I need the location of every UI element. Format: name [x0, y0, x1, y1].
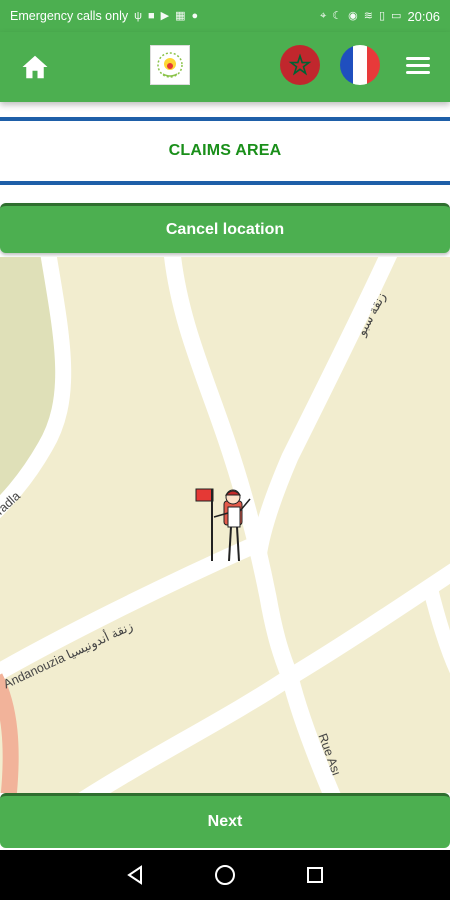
next-button[interactable]: Next	[0, 793, 450, 848]
road-andanouzia	[0, 539, 254, 682]
wifi-icon: ≋	[363, 9, 373, 22]
road-main	[164, 257, 298, 681]
road-primary-left	[0, 673, 19, 793]
calendar-icon: ▦	[175, 9, 186, 22]
status-left: Emergency calls only ψ ■ ▶ ▦ ●	[10, 9, 198, 23]
france-flag-button[interactable]	[340, 45, 380, 85]
france-flag-blue-stripe	[340, 45, 354, 85]
recents-icon	[307, 867, 323, 883]
back-icon	[127, 865, 142, 885]
eye-icon: ◉	[348, 9, 358, 22]
youtube-icon: ▶	[160, 9, 170, 22]
usb-icon: ψ	[134, 9, 142, 22]
france-flag-red-stripe	[366, 45, 380, 85]
battery-icon: ▭	[391, 9, 402, 22]
recents-button[interactable]	[300, 860, 330, 890]
back-button[interactable]	[120, 860, 150, 890]
box-icon: ■	[147, 9, 155, 22]
logo-emblem-icon	[157, 52, 183, 78]
sim-icon: ▯	[378, 9, 386, 22]
claims-area-card: CLAIMS AREA	[0, 117, 450, 185]
status-time: 20:06	[407, 8, 440, 24]
moon-icon: ☾	[332, 9, 343, 22]
status-bar: Emergency calls only ψ ■ ▶ ▦ ● ⌖ ☾ ◉ ≋ ▯…	[0, 0, 450, 32]
home-nav-button[interactable]	[210, 860, 240, 890]
home-button[interactable]	[20, 52, 50, 82]
system-nav-bar	[0, 850, 450, 900]
app-logo	[150, 45, 190, 85]
menu-line	[406, 64, 430, 67]
hiker-with-flag-icon[interactable]	[192, 485, 262, 565]
hamburger-menu-icon[interactable]	[406, 54, 434, 78]
home-circle-icon	[215, 865, 235, 885]
road-right	[422, 585, 450, 674]
carrier-text: Emergency calls only	[10, 9, 129, 23]
home-icon	[22, 55, 48, 79]
morocco-flag-button[interactable]	[280, 45, 320, 85]
cancel-location-button[interactable]: Cancel location	[0, 203, 450, 253]
location-icon: ⌖	[320, 9, 327, 22]
circle-icon: ●	[191, 9, 199, 22]
france-flag-white-stripe	[353, 45, 367, 85]
app-screen: Emergency calls only ψ ■ ▶ ▦ ● ⌖ ☾ ◉ ≋ ▯…	[0, 0, 450, 900]
morocco-flag-icon	[288, 53, 312, 76]
map-view[interactable]: Tadla زنقة سبو Andanouzia زنقة أندونيسيا…	[0, 257, 450, 793]
app-header	[0, 32, 450, 102]
menu-line	[406, 57, 430, 60]
menu-line	[406, 71, 430, 74]
claims-area-title: CLAIMS AREA	[168, 142, 282, 159]
status-right: ⌖ ☾ ◉ ≋ ▯ ▭ 20:06	[320, 9, 440, 24]
